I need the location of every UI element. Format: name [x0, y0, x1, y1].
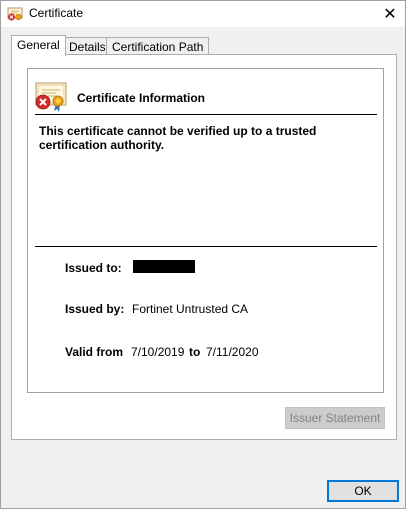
certificate-error-icon	[7, 6, 23, 22]
tab-general[interactable]: General	[11, 35, 66, 56]
divider	[35, 246, 377, 247]
issued-to-label: Issued to:	[65, 261, 122, 275]
certificate-info-title: Certificate Information	[77, 91, 206, 105]
issued-to-value-redacted	[133, 260, 195, 273]
divider	[35, 114, 377, 115]
certificate-status-message: This certificate cannot be verified up t…	[39, 124, 317, 152]
ok-button[interactable]: OK	[327, 480, 399, 502]
valid-from-label: Valid from	[65, 345, 124, 359]
general-tab-panel: Certificate Information This certificate…	[11, 54, 397, 440]
close-button[interactable]: ✕	[375, 1, 405, 27]
close-icon: ✕	[383, 6, 397, 23]
issued-by-value: Fortinet Untrusted CA	[132, 302, 249, 316]
issued-by-label: Issued by:	[65, 302, 125, 316]
certificate-dialog: Certificate ✕ General Details Certificat…	[0, 0, 406, 509]
title-bar: Certificate ✕	[1, 1, 405, 27]
valid-from-value: 7/10/2019	[131, 345, 185, 359]
certificate-info-box: Certificate Information This certificate…	[27, 68, 384, 393]
valid-to-label: to	[189, 345, 201, 359]
certificate-error-icon	[34, 79, 68, 113]
window-title: Certificate	[29, 6, 84, 20]
valid-to-value: 7/11/2020	[206, 345, 259, 359]
issuer-statement-button[interactable]: Issuer Statement	[285, 407, 385, 429]
